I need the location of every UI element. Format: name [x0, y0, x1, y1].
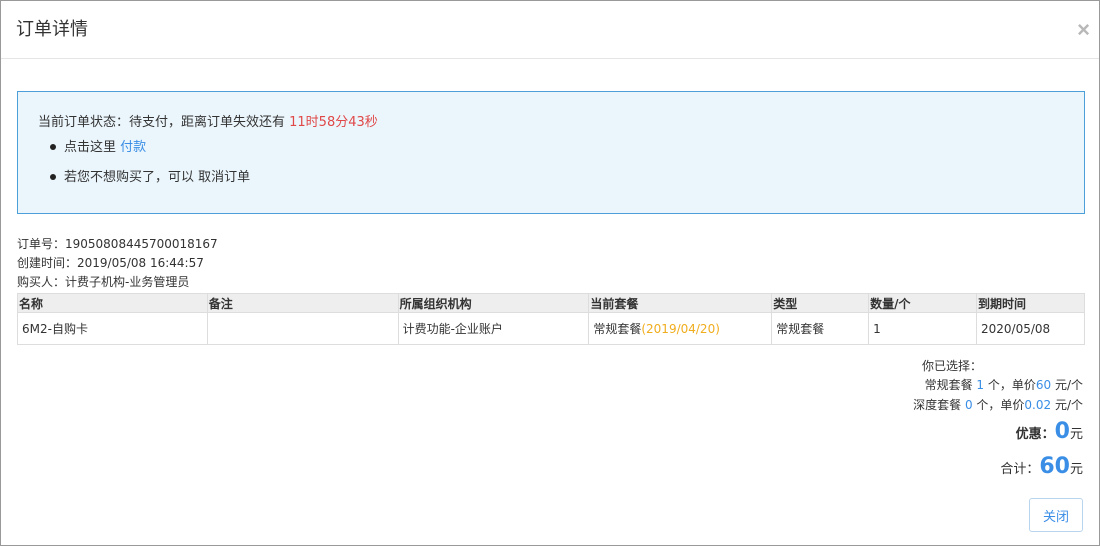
- unit-price-label: 个，单价: [984, 378, 1036, 392]
- pay-row: 点击这里 付款: [50, 139, 146, 157]
- price-unit: 元/个: [1051, 378, 1083, 392]
- order-detail-modal: 订单详情 × 当前订单状态：待支付，距离订单失效还有 11时58分43秒 点击这…: [0, 0, 1100, 546]
- cell-note: [206, 312, 399, 345]
- standard-package-label: 常规套餐: [924, 378, 977, 392]
- deep-price: 0.02: [1024, 398, 1052, 412]
- currency-unit: 元: [1069, 462, 1083, 477]
- countdown-timer: 11时58分43秒: [289, 115, 378, 130]
- cell-quantity: 1: [868, 312, 977, 345]
- column-header-expire: 到期时间: [975, 293, 1086, 313]
- discount-value: 0: [1054, 419, 1070, 444]
- column-header-type: 类型: [771, 293, 870, 313]
- cell-package: 常规套餐(2019/04/20): [588, 312, 773, 345]
- table-header-row: 名称 备注 所属组织机构 当前套餐 类型 数量/个 到期时间: [17, 293, 1086, 313]
- close-button[interactable]: 关闭: [1029, 498, 1083, 532]
- buyer: 购买人：计费子机构-业务管理员: [17, 275, 190, 289]
- summary-line-deep: 深度套餐 0 个，单价0.02 元/个: [913, 396, 1083, 414]
- discount-row: 优惠：0元: [1016, 419, 1083, 444]
- currency-unit: 元: [1069, 427, 1083, 442]
- cell-name: 6M2-自购卡: [17, 312, 208, 345]
- order-number: 订单号：1905080844570001816­7: [17, 237, 218, 251]
- cancel-row: 若您不想购买了，可以 取消订单: [50, 169, 250, 187]
- column-header-org: 所属组织机构: [397, 293, 590, 313]
- discount-label: 优惠：: [1015, 427, 1055, 442]
- table-row: 6M2-自购卡 计费功能-企业账户 常规套餐(2019/04/20) 常规套餐 …: [17, 312, 1086, 345]
- order-status-line: 当前订单状态：待支付，距离订单失效还有 11时58分43秒: [38, 114, 378, 132]
- cell-expire: 2020/05/08: [975, 312, 1086, 345]
- total-row: 合计：60元: [1000, 454, 1083, 479]
- column-header-note: 备注: [206, 293, 399, 313]
- order-status-panel: 当前订单状态：待支付，距离订单失效还有 11时58分43秒 点击这里 付款 若您…: [17, 91, 1085, 214]
- package-date: (2019/04/20): [641, 322, 720, 336]
- cancel-order-link[interactable]: 取消订单: [198, 170, 250, 185]
- cancel-prompt: 若您不想购买了，可以: [64, 170, 199, 185]
- pay-prompt: 点击这里: [64, 140, 121, 155]
- deep-package-label: 深度套餐: [913, 398, 965, 412]
- modal-header: 订单详情 ×: [1, 1, 1099, 59]
- pay-link[interactable]: 付款: [120, 140, 146, 155]
- unit-price-label: 个，单价: [972, 398, 1025, 412]
- cell-org: 计费功能-企业账户: [397, 312, 590, 345]
- close-icon[interactable]: ×: [1077, 19, 1090, 41]
- selected-label: 你已选择：: [921, 359, 982, 373]
- summary-line-standard: 常规套餐 1 个，单价60 元/个: [925, 376, 1083, 394]
- column-header-quantity: 数量/个: [868, 293, 977, 313]
- total-value: 60: [1039, 454, 1070, 479]
- modal-title: 订单详情: [16, 19, 88, 40]
- column-header-package: 当前套餐: [588, 293, 773, 313]
- total-label: 合计：: [1000, 462, 1040, 477]
- package-name: 常规套餐: [593, 322, 642, 336]
- price-unit: 元/个: [1051, 398, 1083, 412]
- cell-type: 常规套餐: [771, 312, 870, 345]
- deep-count: 0: [964, 398, 973, 412]
- standard-count: 1: [976, 378, 985, 392]
- bullet-icon: [50, 173, 56, 180]
- standard-price: 60: [1035, 378, 1052, 392]
- bullet-icon: [50, 143, 56, 150]
- order-items-table: 名称 备注 所属组织机构 当前套餐 类型 数量/个 到期时间 6M2-自购卡 计…: [17, 293, 1086, 345]
- column-header-name: 名称: [17, 293, 208, 313]
- created-time: 创建时间：2019/05/08 16:44:57: [17, 256, 204, 270]
- status-text: 当前订单状态：待支付，距离订单失效还有: [38, 115, 290, 130]
